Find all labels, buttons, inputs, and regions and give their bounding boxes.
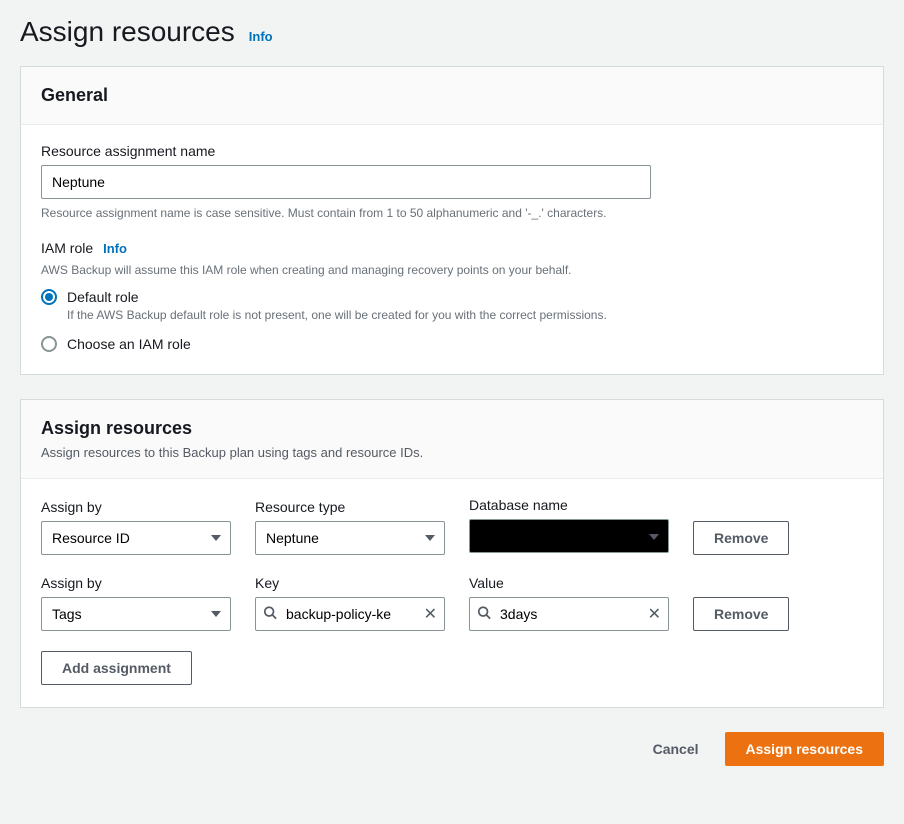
assign-desc: Assign resources to this Backup plan usi…	[41, 445, 863, 460]
iam-info-link[interactable]: Info	[103, 241, 127, 256]
resource-type-select[interactable]: Neptune	[255, 521, 445, 555]
general-panel: General Resource assignment name Resourc…	[20, 66, 884, 375]
assign-by-label: Assign by	[41, 575, 231, 591]
radio-default-role-hint: If the AWS Backup default role is not pr…	[67, 308, 863, 322]
assign-panel: Assign resources Assign resources to thi…	[20, 399, 884, 708]
radio-default-role[interactable]	[41, 289, 57, 305]
assign-by-select-tags[interactable]: Tags	[41, 597, 231, 631]
assign-panel-header: Assign resources Assign resources to thi…	[21, 400, 883, 479]
radio-choose-iam[interactable]	[41, 336, 57, 352]
clear-icon[interactable]: ✕	[648, 604, 661, 624]
add-assignment-button[interactable]: Add assignment	[41, 651, 192, 685]
resource-name-label: Resource assignment name	[41, 143, 863, 159]
assign-by-label: Assign by	[41, 499, 231, 515]
assignment-row: Assign by Resource ID Resource type Nept…	[41, 497, 863, 555]
search-icon	[263, 605, 277, 622]
remove-button[interactable]: Remove	[693, 597, 789, 631]
database-name-select[interactable]	[469, 519, 669, 553]
resource-name-hint: Resource assignment name is case sensiti…	[41, 205, 863, 222]
radio-choose-iam-label[interactable]: Choose an IAM role	[67, 336, 191, 352]
page-title: Assign resources	[20, 16, 235, 48]
resource-type-label: Resource type	[255, 499, 445, 515]
assign-by-select[interactable]: Resource ID	[41, 521, 231, 555]
radio-default-role-label[interactable]: Default role	[67, 289, 139, 305]
search-icon	[477, 605, 491, 622]
tag-value-input[interactable]	[469, 597, 669, 631]
assign-resources-button[interactable]: Assign resources	[725, 732, 885, 766]
general-heading: General	[41, 85, 863, 106]
assignment-row: Assign by Tags Key ✕ Value	[41, 575, 863, 631]
iam-role-label: IAM role	[41, 240, 93, 256]
resource-name-input[interactable]	[41, 165, 651, 199]
value-label: Value	[469, 575, 669, 591]
clear-icon[interactable]: ✕	[424, 604, 437, 624]
general-panel-header: General	[21, 67, 883, 125]
info-link[interactable]: Info	[249, 29, 273, 44]
iam-role-desc: AWS Backup will assume this IAM role whe…	[41, 262, 863, 279]
cancel-button[interactable]: Cancel	[637, 732, 715, 766]
database-name-label: Database name	[469, 497, 669, 513]
tag-key-input[interactable]	[255, 597, 445, 631]
assign-heading: Assign resources	[41, 418, 863, 439]
key-label: Key	[255, 575, 445, 591]
remove-button[interactable]: Remove	[693, 521, 789, 555]
